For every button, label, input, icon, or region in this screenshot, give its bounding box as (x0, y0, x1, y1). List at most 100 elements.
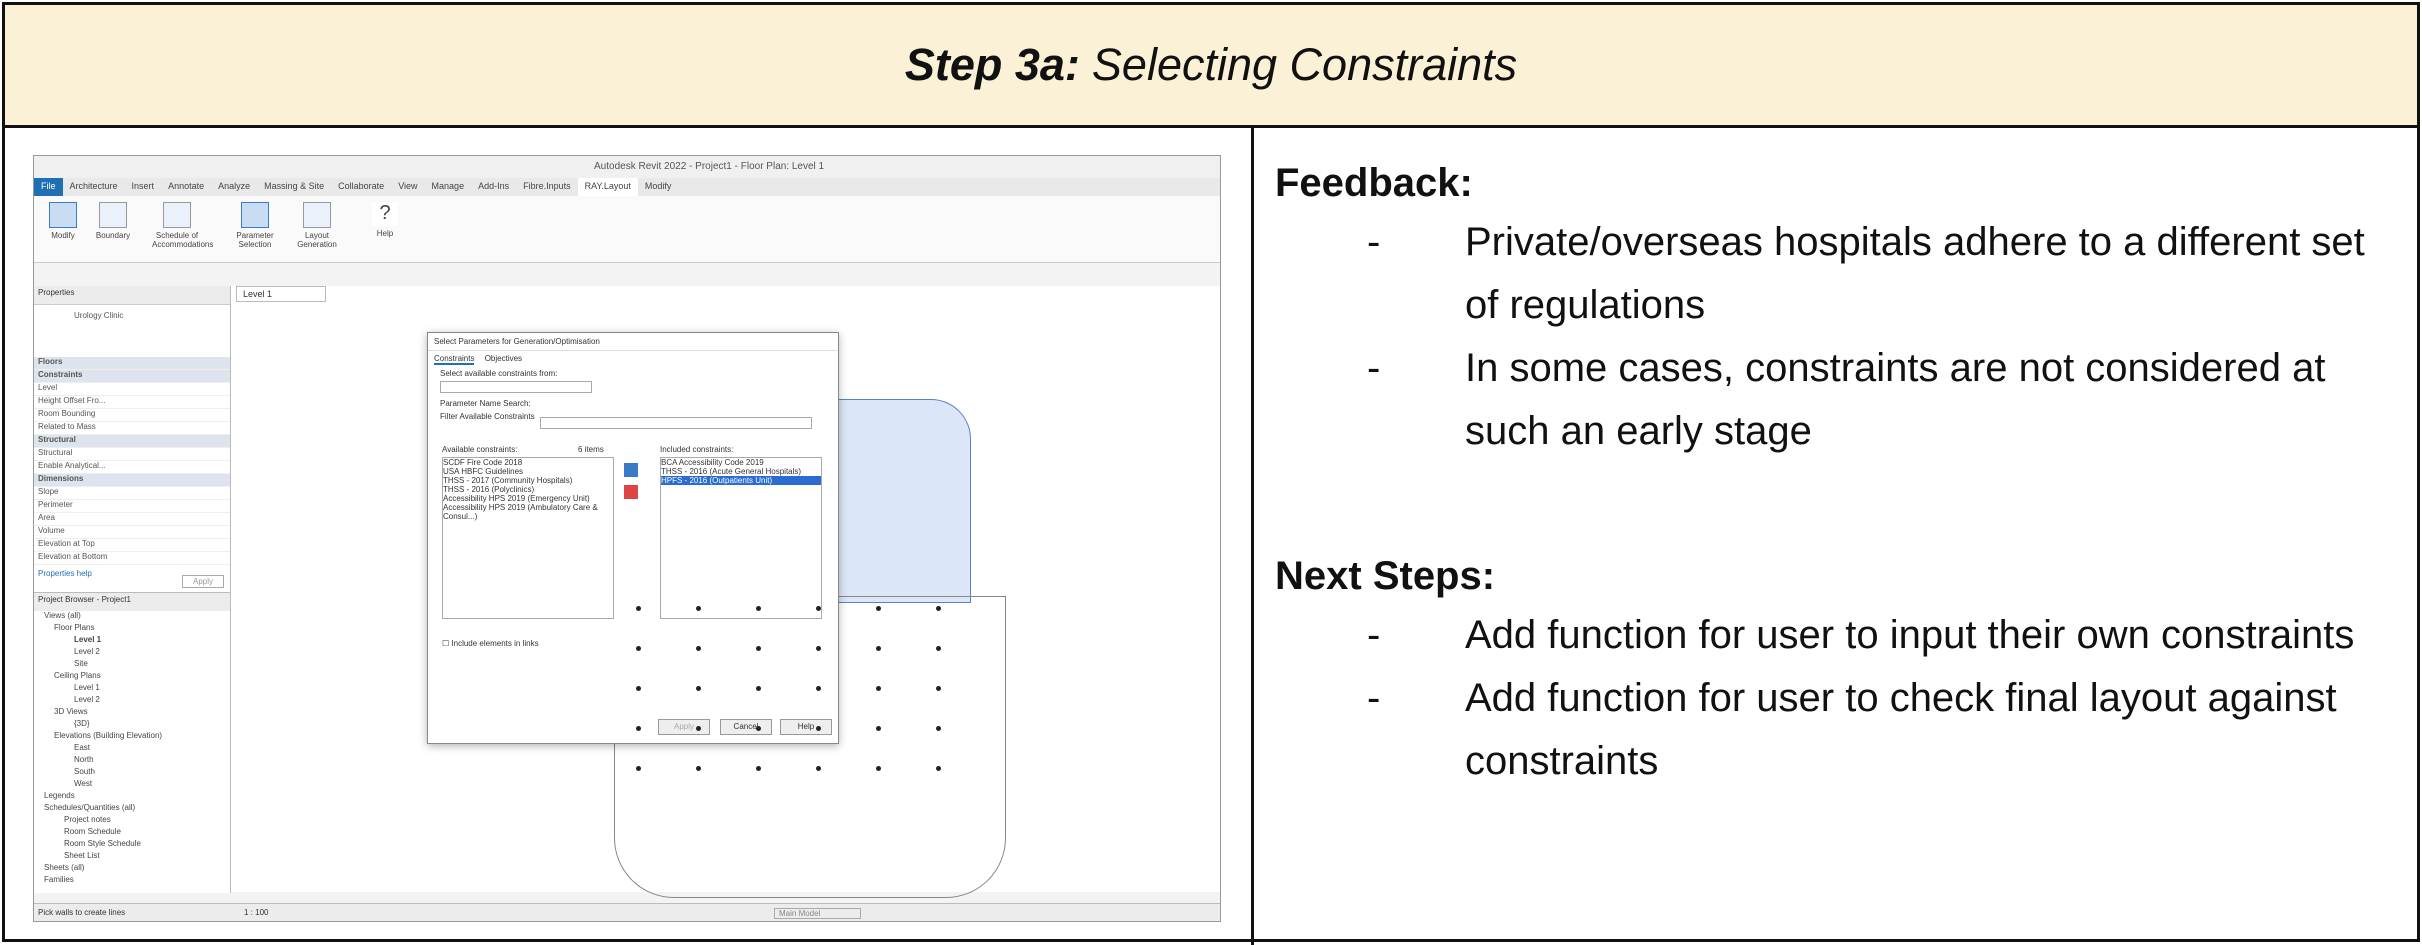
list-item[interactable]: THSS - 2016 (Polyclinics) (443, 485, 613, 494)
tab-modify[interactable]: Modify (638, 178, 679, 196)
prop-row[interactable]: Perimeter (34, 500, 230, 513)
apply-button[interactable]: Apply (181, 575, 224, 588)
tab-insert[interactable]: Insert (125, 178, 162, 196)
tab-collaborate[interactable]: Collaborate (331, 178, 391, 196)
workset-select[interactable]: Main Model (774, 908, 862, 919)
included-label: Included constraints: (660, 445, 734, 454)
browser-item[interactable]: Room Style Schedule (34, 839, 230, 851)
browser-item[interactable]: Elevations (Building Elevation) (34, 731, 230, 743)
browser-item[interactable]: Level 2 (34, 647, 230, 659)
list-item[interactable]: SCDF Fire Code 2018 (443, 458, 613, 467)
browser-item[interactable]: Families (34, 875, 230, 887)
dialog-help-button[interactable]: Help (780, 719, 832, 735)
next-step-item: - Add function for user to check final la… (1275, 667, 2405, 793)
tab-view[interactable]: View (391, 178, 424, 196)
list-item[interactable]: Accessibility HPS 2019 (Ambulatory Care … (443, 503, 613, 521)
browser-item[interactable]: East (34, 743, 230, 755)
add-constraint-icon[interactable] (624, 463, 638, 477)
tab-annotate[interactable]: Annotate (161, 178, 211, 196)
prop-row[interactable]: Slope (34, 487, 230, 500)
browser-item[interactable]: North (34, 755, 230, 767)
constraint-source-select[interactable] (440, 381, 592, 393)
modify-button[interactable]: Modify (38, 202, 88, 240)
help-button[interactable]: ? Help (360, 202, 410, 238)
browser-item[interactable]: 3D Views (34, 707, 230, 719)
browser-item[interactable]: Level 1 (34, 683, 230, 695)
schedule-button[interactable]: Schedule of Accommodations (152, 202, 213, 249)
remove-constraint-icon[interactable] (624, 485, 638, 499)
browser-item[interactable]: {3D} (34, 719, 230, 731)
browser-item[interactable]: Level 1 (34, 635, 230, 647)
browser-item[interactable]: Ceiling Plans (34, 671, 230, 683)
view-scale[interactable]: 1 : 100 (244, 908, 268, 917)
list-item[interactable]: THSS - 2016 (Acute General Hospitals) (661, 467, 821, 476)
browser-item[interactable]: Schedules/Quantities (all) (34, 803, 230, 815)
prop-row[interactable]: Level (34, 383, 230, 396)
feedback-text: Private/overseas hospitals adhere to a d… (1465, 220, 2365, 327)
project-browser: Project Browser - Project1 Views (all) F… (34, 592, 231, 893)
browser-item[interactable]: Level 2 (34, 695, 230, 707)
include-links-checkbox[interactable]: ☐ Include elements in links (442, 639, 539, 648)
browser-item[interactable]: Sheets (all) (34, 863, 230, 875)
next-step-text: Add function for user to input their own… (1465, 613, 2355, 657)
dialog-cancel-button[interactable]: Cancel (720, 719, 772, 735)
available-constraints-list[interactable]: SCDF Fire Code 2018 USA HBFC Guidelines … (442, 457, 614, 619)
browser-item[interactable]: Site (34, 659, 230, 671)
schedule-icon (163, 202, 191, 228)
list-item[interactable]: BCA Accessibility Code 2019 (661, 458, 821, 467)
prop-row[interactable]: Related to Mass (34, 422, 230, 435)
boundary-button[interactable]: Boundary (88, 202, 138, 240)
list-item[interactable]: THSS - 2017 (Community Hospitals) (443, 476, 613, 485)
schedule-label: Schedule of Accommodations (152, 231, 214, 249)
properties-type[interactable]: Urology Clinic (34, 305, 230, 357)
dialog-tab-objectives[interactable]: Objectives (485, 354, 522, 363)
view-tab-level-1[interactable]: Level 1 (236, 286, 326, 302)
prop-row[interactable]: Enable Analytical... (34, 461, 230, 474)
prop-row[interactable]: Area (34, 513, 230, 526)
browser-item[interactable]: West (34, 779, 230, 791)
bullet-dash: - (1367, 613, 1381, 657)
included-constraints-list[interactable]: BCA Accessibility Code 2019 THSS - 2016 … (660, 457, 822, 619)
browser-item[interactable]: Views (all) (34, 611, 230, 623)
browser-item[interactable]: Room Schedule (34, 827, 230, 839)
tab-fibre-inputs[interactable]: Fibre.Inputs (516, 178, 578, 196)
tab-analyze[interactable]: Analyze (211, 178, 257, 196)
prop-row[interactable]: Volume (34, 526, 230, 539)
parameter-search-input[interactable] (540, 417, 812, 429)
slide-header: Step 3a: Selecting Constraints (5, 5, 2417, 128)
feedback-text: In some cases, constraints are not consi… (1465, 346, 2326, 453)
dialog-apply-button[interactable]: Apply (658, 719, 710, 735)
next-step-text: Add function for user to check final lay… (1465, 676, 2337, 783)
prop-row[interactable]: Structural (34, 448, 230, 461)
boundary-label: Boundary (95, 231, 131, 240)
grid-column-dot (936, 766, 941, 771)
list-item[interactable]: Accessibility HPS 2019 (Emergency Unit) (443, 494, 613, 503)
grid-column-dot (696, 606, 701, 611)
browser-item[interactable]: Project notes (34, 815, 230, 827)
tab-architecture[interactable]: Architecture (63, 178, 125, 196)
prop-row[interactable]: Elevation at Bottom (34, 552, 230, 565)
browser-item[interactable]: South (34, 767, 230, 779)
grid-column-dot (756, 766, 761, 771)
properties-title: Properties (34, 286, 230, 305)
prop-row[interactable]: Elevation at Top (34, 539, 230, 552)
tab-file[interactable]: File (34, 178, 63, 196)
grid-column-dot (876, 606, 881, 611)
tab-addins[interactable]: Add-Ins (471, 178, 516, 196)
tab-massing[interactable]: Massing & Site (257, 178, 331, 196)
tab-ray-layout[interactable]: RAY.Layout (577, 178, 638, 196)
list-item-selected[interactable]: HPFS - 2016 (Outpatients Unit) (661, 476, 821, 485)
list-item[interactable]: USA HBFC Guidelines (443, 467, 613, 476)
prop-row[interactable]: Room Bounding (34, 409, 230, 422)
browser-item[interactable]: Sheet List (34, 851, 230, 863)
prop-row[interactable]: Height Offset Fro... (34, 396, 230, 409)
prop-row: Structural (34, 435, 230, 448)
browser-item[interactable]: Legends (34, 791, 230, 803)
browser-title: Project Browser - Project1 (34, 593, 230, 611)
tab-manage[interactable]: Manage (425, 178, 472, 196)
dialog-tab-constraints[interactable]: Constraints (434, 354, 475, 365)
revit-screenshot: Autodesk Revit 2022 - Project1 - Floor P… (33, 155, 1221, 922)
layout-generation-button[interactable]: Layout Generation (292, 202, 342, 249)
parameter-selection-button[interactable]: Parameter Selection (230, 202, 280, 249)
browser-item[interactable]: Floor Plans (34, 623, 230, 635)
